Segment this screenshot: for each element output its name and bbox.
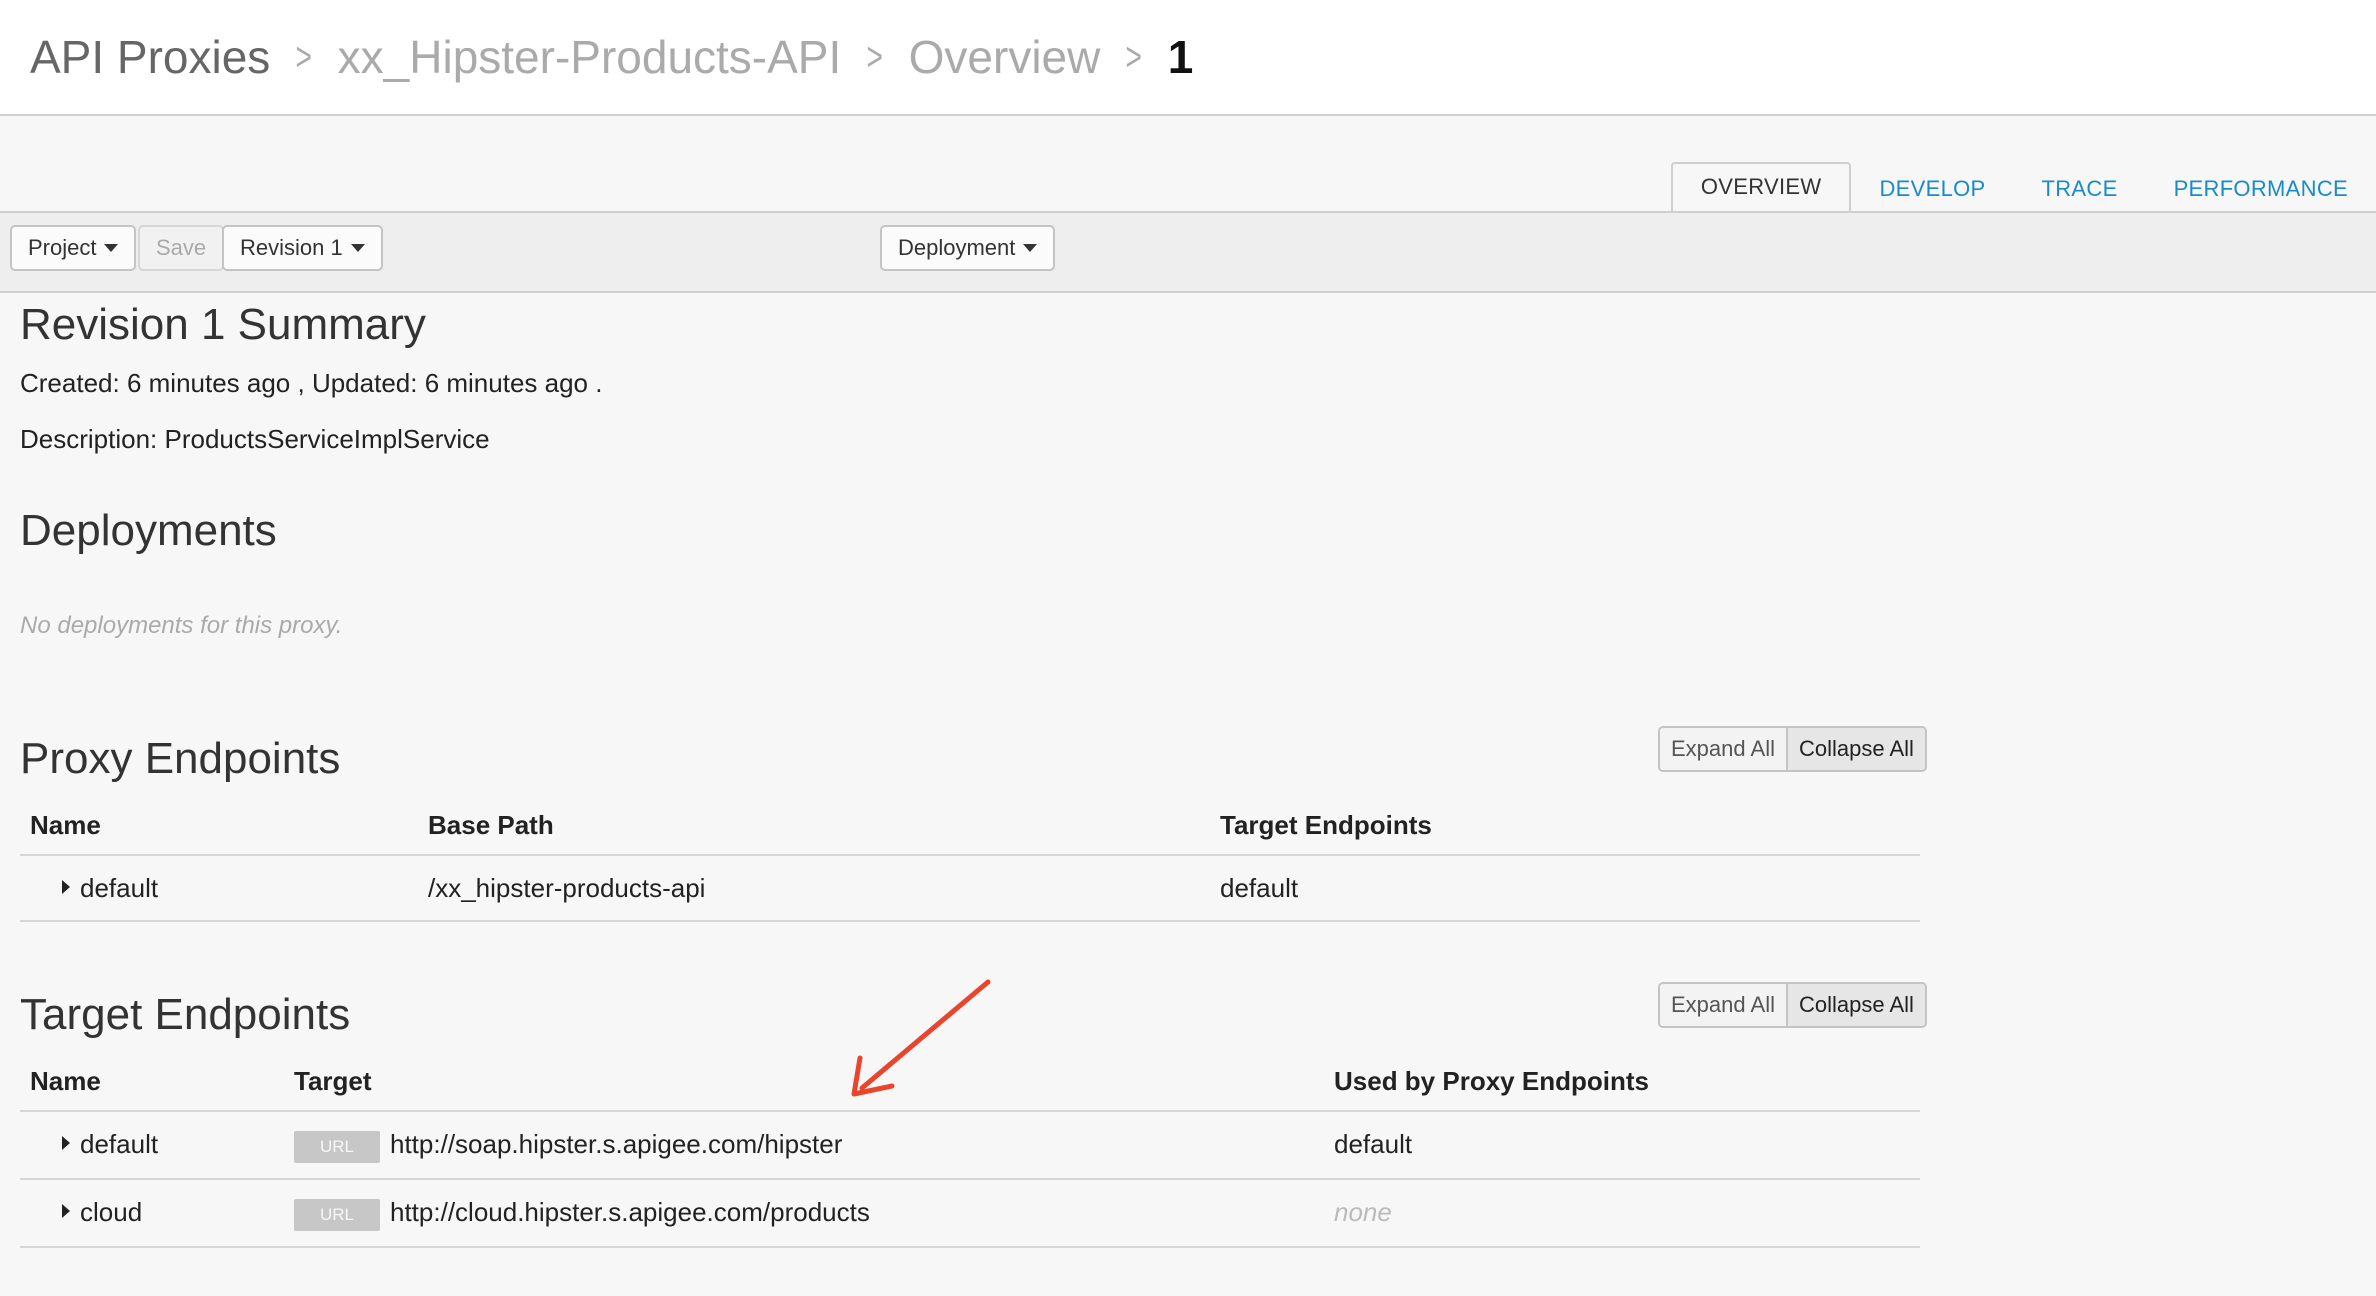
target-endpoints-value: default [1220, 873, 1299, 903]
project-label: Project [28, 235, 97, 260]
chevron-right-icon: > [1125, 34, 1143, 79]
chevron-right-icon: > [295, 34, 313, 79]
breadcrumb-proxy-name[interactable]: xx_Hipster-Products-API [338, 30, 842, 84]
collapse-all-button[interactable]: Collapse All [1785, 728, 1925, 770]
tab-trace[interactable]: TRACE [2014, 166, 2146, 212]
table-row[interactable]: default /xx_hipster-products-api default [20, 856, 1920, 922]
target-endpoints-expand-collapse: Expand All Collapse All [1658, 982, 1927, 1028]
url-badge: URL [294, 1131, 380, 1163]
revision-summary-title: Revision 1 Summary [20, 300, 426, 349]
caret-down-icon [1023, 244, 1038, 252]
proxy-endpoints-title: Proxy Endpoints [20, 734, 341, 783]
tab-develop[interactable]: DEVELOP [1851, 166, 2013, 212]
endpoint-name: default [80, 1129, 159, 1159]
caret-right-icon[interactable] [62, 1204, 70, 1218]
toolbar: Project Save Revision 1 Deployment [0, 213, 2376, 293]
proxy-endpoints-expand-collapse: Expand All Collapse All [1658, 726, 1927, 772]
column-header: Target [294, 1066, 372, 1096]
tab-overview[interactable]: OVERVIEW [1670, 162, 1852, 212]
created-updated-text: Created: 6 minutes ago , Updated: 6 minu… [20, 368, 603, 398]
caret-right-icon[interactable] [62, 1136, 70, 1150]
column-header: Used by Proxy Endpoints [1334, 1066, 1649, 1096]
expand-all-button[interactable]: Expand All [1660, 984, 1786, 1026]
column-header: Name [30, 810, 101, 840]
target-url: http://soap.hipster.s.apigee.com/hipster [390, 1129, 843, 1159]
arrow-annotation-icon [851, 979, 991, 1097]
table-row[interactable]: default URL http://soap.hipster.s.apigee… [20, 1112, 1920, 1180]
caret-right-icon[interactable] [62, 880, 70, 894]
chevron-right-icon: > [866, 34, 884, 79]
deployments-title: Deployments [20, 506, 277, 555]
page-header: API Proxies > xx_Hipster-Products-API > … [0, 0, 2376, 116]
target-endpoints-title: Target Endpoints [20, 990, 351, 1039]
column-header: Base Path [428, 810, 554, 840]
base-path: /xx_hipster-products-api [428, 873, 706, 903]
target-url: http://cloud.hipster.s.apigee.com/produc… [390, 1197, 870, 1227]
column-header: Name [30, 1066, 101, 1096]
breadcrumb: API Proxies > xx_Hipster-Products-API > … [30, 22, 1193, 92]
no-deployments-message: No deployments for this proxy. [20, 612, 343, 639]
save-label: Save [156, 235, 207, 260]
table-row[interactable]: cloud URL http://cloud.hipster.s.apigee.… [20, 1180, 1920, 1248]
url-badge: URL [294, 1199, 380, 1231]
caret-down-icon [104, 244, 119, 252]
expand-all-button[interactable]: Expand All [1660, 728, 1786, 770]
endpoint-name: default [80, 873, 159, 903]
deployment-dropdown[interactable]: Deployment [880, 225, 1056, 271]
endpoint-name: cloud [80, 1197, 143, 1227]
description-text: Description: ProductsServiceImplService [20, 424, 490, 454]
revision-label: Revision 1 [240, 235, 343, 260]
collapse-all-button[interactable]: Collapse All [1785, 984, 1925, 1026]
breadcrumb-revision: 1 [1167, 31, 1194, 83]
tab-performance[interactable]: PERFORMANCE [2146, 166, 2376, 212]
proxy-endpoints-table: Name Base Path Target Endpoints default … [20, 796, 1920, 922]
tab-bar: OVERVIEW DEVELOP TRACE PERFORMANCE [1670, 162, 2376, 212]
used-by-value: none [1334, 1197, 1392, 1227]
table-header: Name Base Path Target Endpoints [20, 796, 1920, 856]
project-dropdown[interactable]: Project [10, 225, 137, 271]
revision-dropdown[interactable]: Revision 1 [222, 225, 383, 271]
column-header: Target Endpoints [1220, 810, 1432, 840]
breadcrumb-overview[interactable]: Overview [909, 30, 1101, 84]
deployment-label: Deployment [898, 235, 1016, 260]
caret-down-icon [350, 244, 365, 252]
used-by-value: default [1334, 1129, 1413, 1159]
breadcrumb-api-proxies[interactable]: API Proxies [30, 30, 270, 84]
save-button[interactable]: Save [138, 225, 225, 271]
